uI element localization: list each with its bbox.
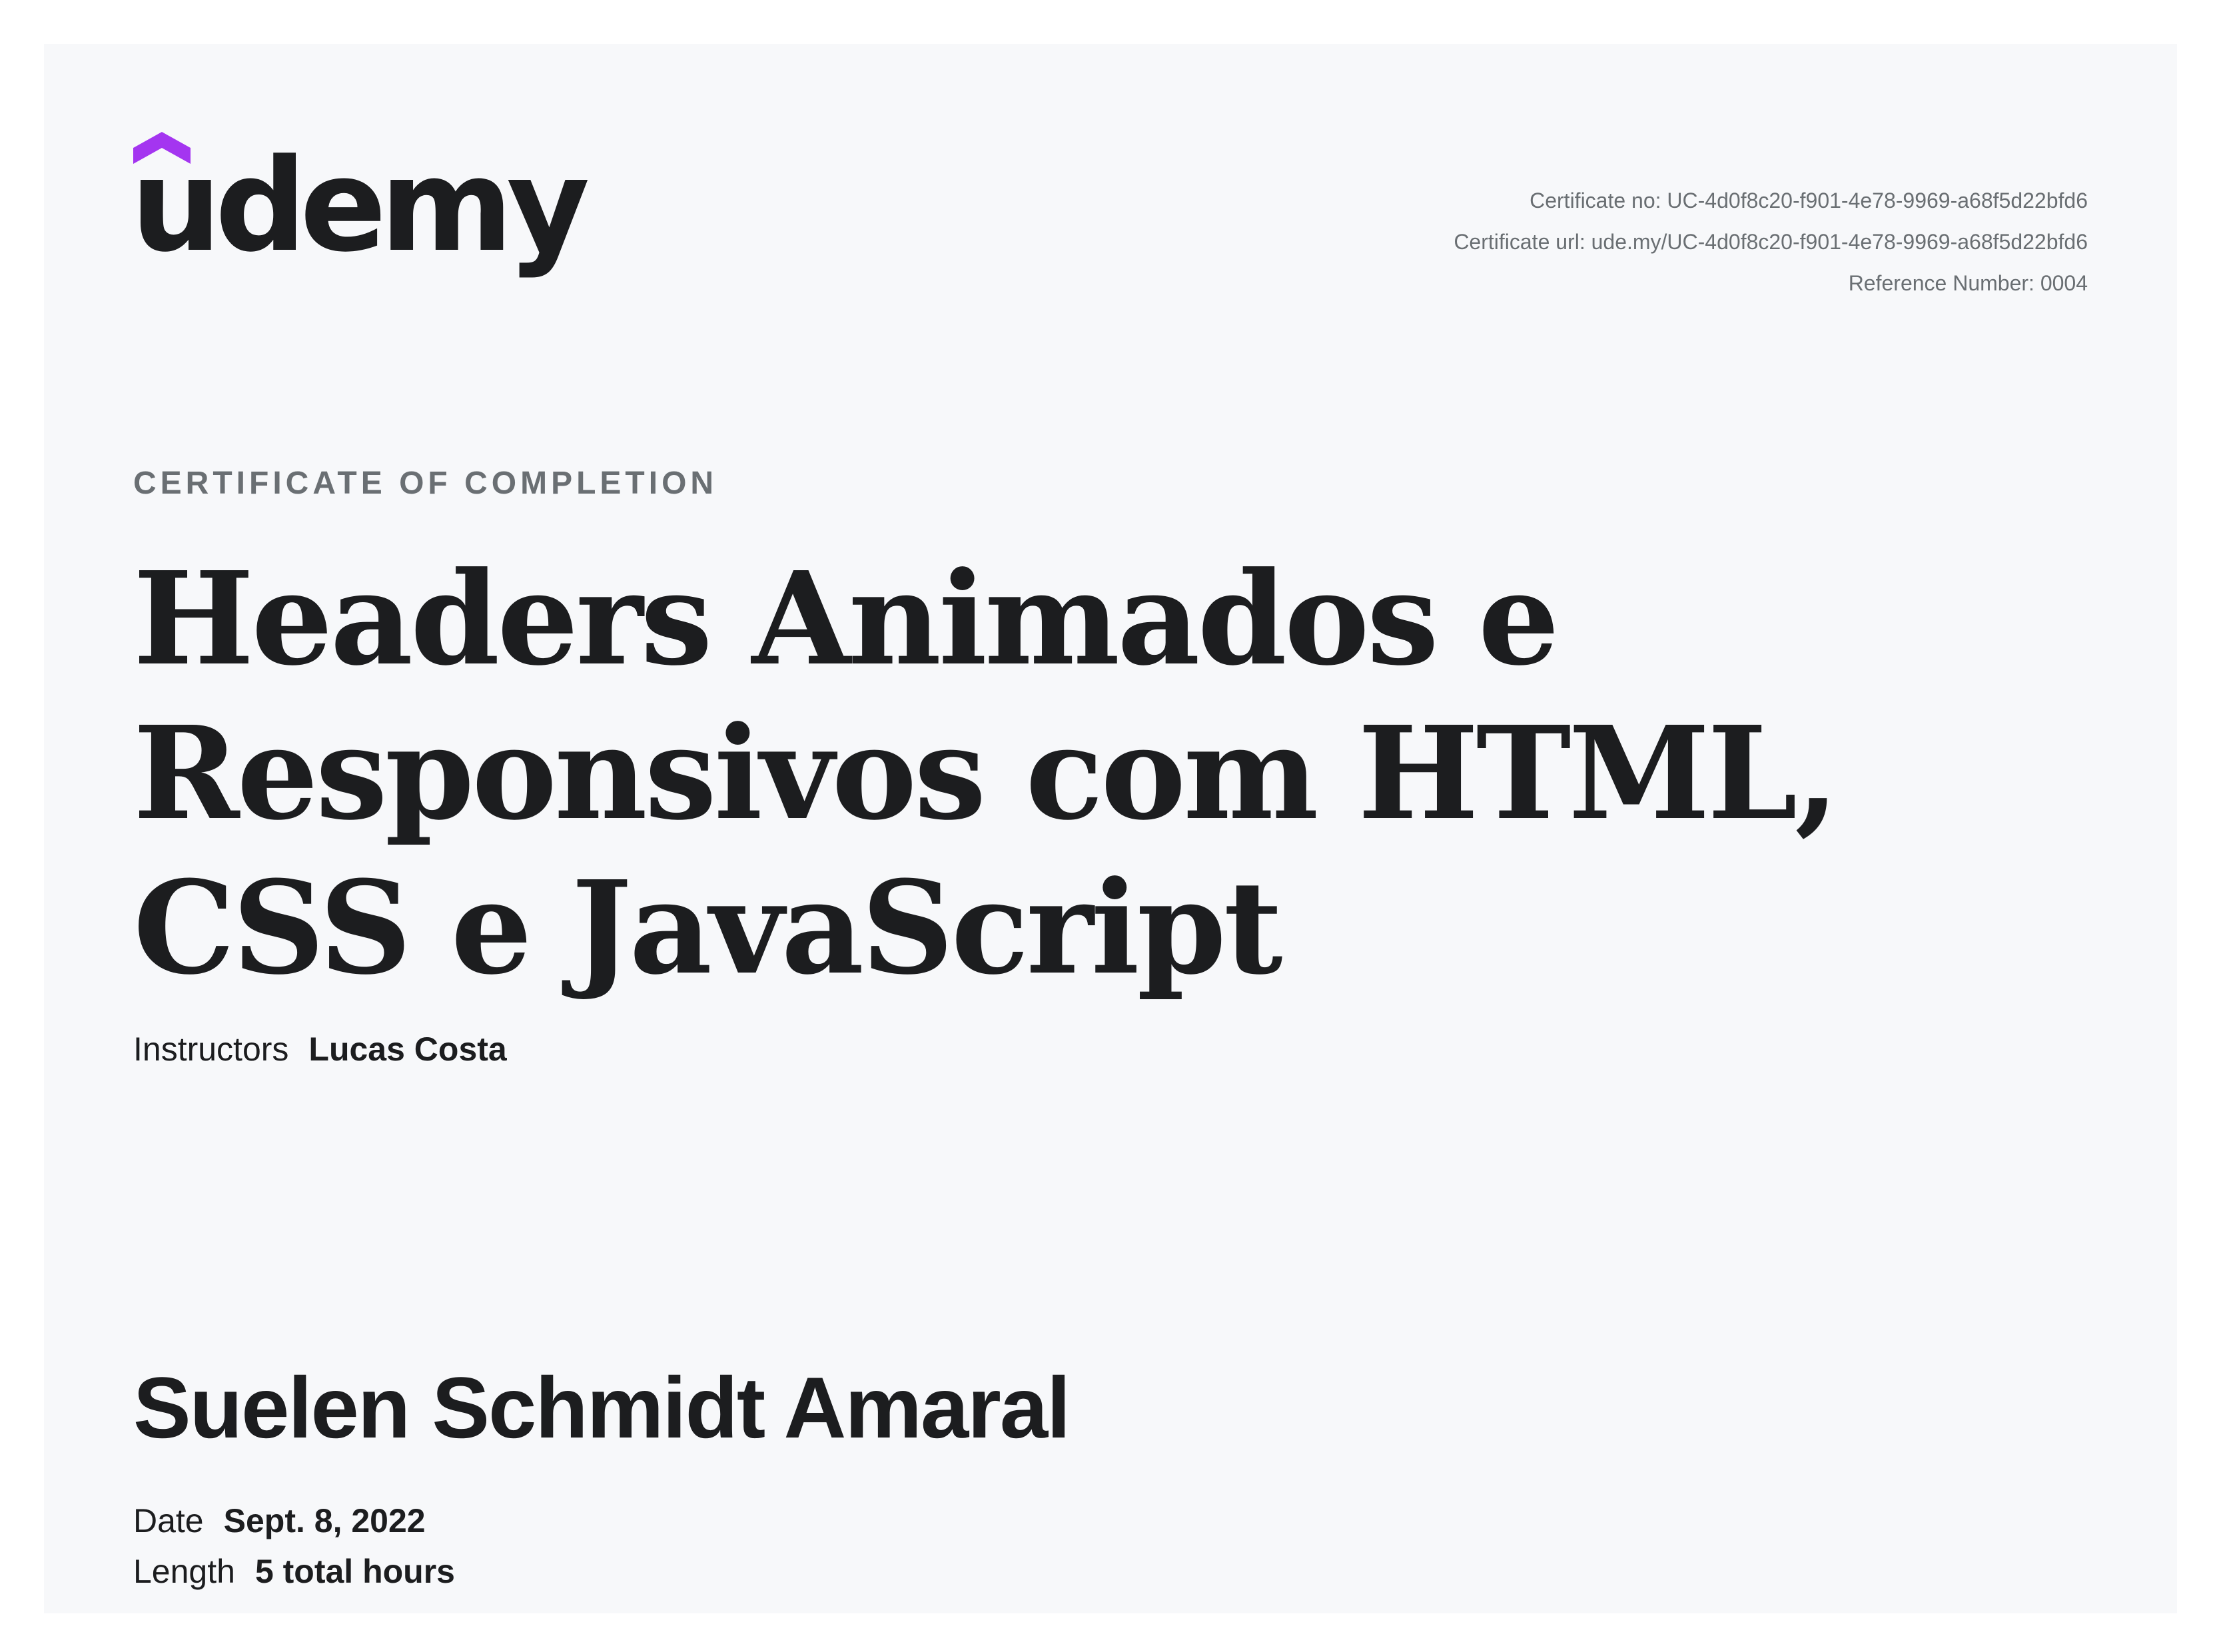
certificate: udemy Certificate no: UC-4d0f8c20-f901-4…: [44, 44, 2177, 1613]
instructors-label: Instructors: [133, 1031, 289, 1068]
date-value: Sept. 8, 2022: [223, 1502, 426, 1539]
date-line: Date Sept. 8, 2022: [133, 1501, 426, 1540]
certificate-meta: Certificate no: UC-4d0f8c20-f901-4e78-99…: [1454, 180, 2088, 304]
logo-wordmark: udemy: [131, 132, 590, 280]
length-label: Length: [133, 1553, 235, 1590]
length-value: 5 total hours: [254, 1553, 455, 1590]
certificate-number: Certificate no: UC-4d0f8c20-f901-4e78-99…: [1530, 189, 2088, 212]
reference-number: Reference Number: 0004: [1848, 271, 2088, 295]
udemy-logo: udemy: [131, 132, 590, 318]
length-line: Length 5 total hours: [133, 1552, 455, 1591]
instructors-line: Instructors Lucas Costa: [133, 1030, 507, 1068]
certificate-kicker: CERTIFICATE OF COMPLETION: [133, 466, 718, 501]
instructor-name: Lucas Costa: [308, 1031, 507, 1068]
course-title: Headers Animados e Responsivos com HTML,…: [133, 544, 1839, 1003]
date-label: Date: [133, 1502, 204, 1539]
student-name: Suelen Schmidt Amaral: [133, 1359, 1071, 1456]
certificate-url: Certificate url: ude.my/UC-4d0f8c20-f901…: [1454, 230, 2088, 254]
